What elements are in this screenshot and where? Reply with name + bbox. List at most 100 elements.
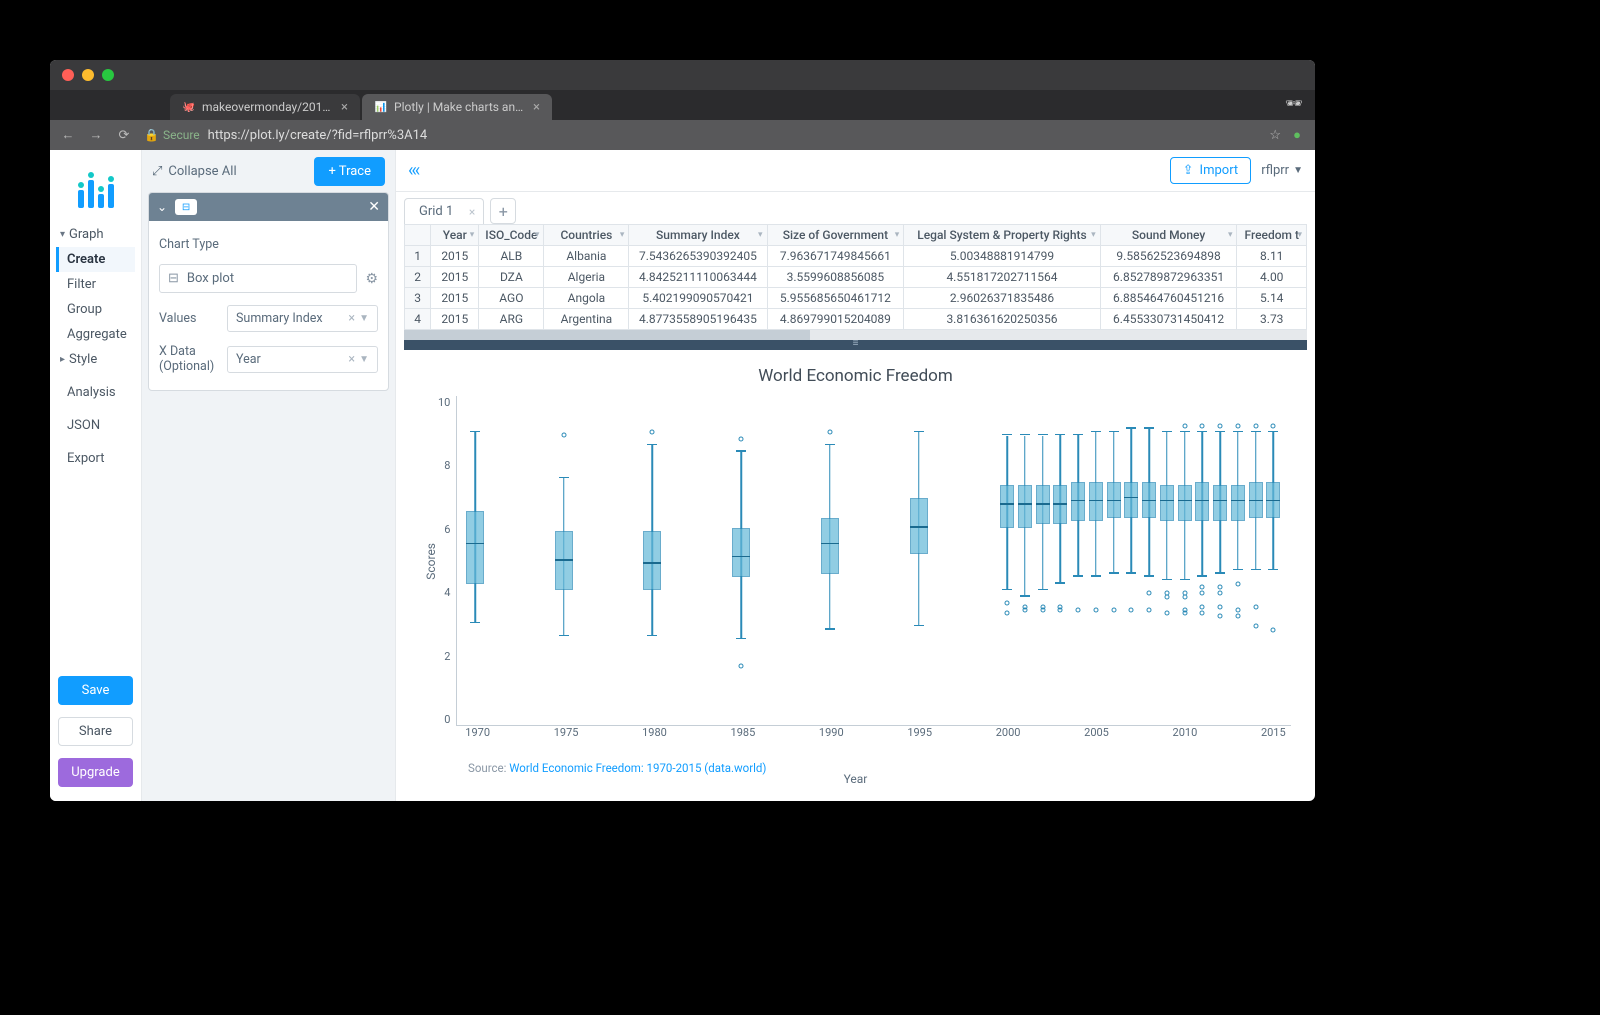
values-dropdown[interactable]: Summary Index × ▼: [227, 305, 378, 332]
sort-icon[interactable]: ▾: [1228, 230, 1233, 240]
outlier-point[interactable]: [1271, 423, 1276, 428]
outlier-point[interactable]: [650, 430, 655, 435]
zoom-window-icon[interactable]: [102, 69, 114, 81]
add-tab-button[interactable]: +: [490, 198, 516, 224]
outlier-point[interactable]: [1111, 607, 1116, 612]
clear-icon[interactable]: ×: [344, 311, 359, 326]
browser-tab[interactable]: 🐙makeovermonday/2018w9-wo×: [170, 94, 360, 120]
outlier-point[interactable]: [1235, 423, 1240, 428]
box-plot-year[interactable]: [1249, 396, 1263, 725]
source-link[interactable]: World Economic Freedom: 1970-2015 (data.…: [509, 761, 766, 775]
chart[interactable]: World Economic Freedom Scores 1086420 19…: [396, 350, 1315, 801]
outlier-point[interactable]: [1253, 423, 1258, 428]
outlier-point[interactable]: [1058, 607, 1063, 612]
column-header[interactable]: Year▾: [431, 225, 479, 246]
column-header[interactable]: Countries▾: [544, 225, 629, 246]
breadcrumb-back-icon[interactable]: ‹‹‹: [408, 160, 418, 181]
outlier-point[interactable]: [739, 436, 744, 441]
nav-item-filter[interactable]: Filter: [56, 272, 135, 297]
close-window-icon[interactable]: [62, 69, 74, 81]
table-row[interactable]: 42015ARGArgentina4.87735589051964354.869…: [405, 309, 1307, 330]
save-button[interactable]: Save: [58, 676, 133, 705]
table-row[interactable]: 12015ALBAlbania7.54362653903924057.96367…: [405, 246, 1307, 267]
column-header[interactable]: Size of Government▾: [767, 225, 904, 246]
box-plot-year[interactable]: [1213, 396, 1227, 725]
column-header[interactable]: Sound Money▾: [1100, 225, 1237, 246]
forward-icon[interactable]: →: [88, 127, 104, 143]
outlier-point[interactable]: [1147, 591, 1152, 596]
outlier-point[interactable]: [1005, 611, 1010, 616]
box-plot-year[interactable]: [1231, 396, 1245, 725]
outlier-point[interactable]: [561, 433, 566, 438]
sort-icon[interactable]: ▾: [535, 230, 540, 240]
close-icon[interactable]: ×: [469, 205, 475, 219]
sort-icon[interactable]: ▾: [895, 230, 900, 240]
upgrade-button[interactable]: Upgrade: [58, 758, 133, 787]
outlier-point[interactable]: [1200, 611, 1205, 616]
column-header[interactable]: Legal System & Property Rights▾: [904, 225, 1100, 246]
outlier-point[interactable]: [1040, 607, 1045, 612]
outlier-point[interactable]: [1164, 594, 1169, 599]
outlier-point[interactable]: [739, 663, 744, 668]
outlier-point[interactable]: [1218, 614, 1223, 619]
outlier-point[interactable]: [1076, 607, 1081, 612]
add-trace-button[interactable]: + Trace: [314, 157, 385, 186]
bookmark-star-icon[interactable]: ☆: [1269, 128, 1281, 143]
column-header[interactable]: Freedom t▾: [1237, 225, 1307, 246]
box-plot-year[interactable]: [643, 396, 661, 725]
outlier-point[interactable]: [1182, 611, 1187, 616]
outlier-point[interactable]: [1129, 607, 1134, 612]
nav-item-export[interactable]: Export: [56, 446, 135, 471]
table-row[interactable]: 22015DZAAlgeria4.84252111100634443.55996…: [405, 267, 1307, 288]
box-plot-year[interactable]: [1107, 396, 1121, 725]
box-plot-year[interactable]: [1036, 396, 1050, 725]
sort-icon[interactable]: ▾: [1297, 230, 1302, 240]
gear-icon[interactable]: ⚙: [365, 271, 378, 287]
user-menu[interactable]: rflprr ▼: [1261, 163, 1303, 178]
nav-section-graph[interactable]: ▾Graph: [56, 222, 135, 247]
box-plot-year[interactable]: [1053, 396, 1067, 725]
outlier-point[interactable]: [1235, 581, 1240, 586]
box-plot-year[interactable]: [1124, 396, 1138, 725]
column-header[interactable]: ISO_Code▾: [479, 225, 544, 246]
outlier-point[interactable]: [1182, 594, 1187, 599]
box-plot-year[interactable]: [1195, 396, 1209, 725]
box-plot-year[interactable]: [1266, 396, 1280, 725]
box-plot-year[interactable]: [732, 396, 750, 725]
box-plot-year[interactable]: [1089, 396, 1103, 725]
outlier-point[interactable]: [1182, 423, 1187, 428]
nav-item-json[interactable]: JSON: [56, 413, 135, 438]
nav-item-group[interactable]: Group: [56, 297, 135, 322]
share-button[interactable]: Share: [58, 717, 133, 746]
close-icon[interactable]: ×: [533, 100, 540, 115]
xdata-dropdown[interactable]: Year × ▼: [227, 346, 378, 373]
extension-icon[interactable]: ●: [1289, 127, 1305, 143]
tab-grid[interactable]: Grid 1 ×: [404, 198, 484, 224]
outlier-point[interactable]: [1218, 584, 1223, 589]
outlier-point[interactable]: [1005, 601, 1010, 606]
sort-icon[interactable]: ▾: [470, 230, 475, 240]
reload-icon[interactable]: ⟳: [116, 127, 132, 143]
browser-tab[interactable]: 📊Plotly | Make charts and dashb×: [362, 94, 552, 120]
outlier-point[interactable]: [1253, 604, 1258, 609]
box-plot-year[interactable]: [466, 396, 484, 725]
splitter-handle[interactable]: [404, 340, 1307, 350]
box-plot-year[interactable]: [910, 396, 928, 725]
box-plot-year[interactable]: [1071, 396, 1085, 725]
outlier-point[interactable]: [1164, 611, 1169, 616]
sort-icon[interactable]: ▾: [620, 230, 625, 240]
nav-item-create[interactable]: Create: [56, 247, 135, 272]
sort-icon[interactable]: ▾: [758, 230, 763, 240]
outlier-point[interactable]: [1253, 624, 1258, 629]
table-row[interactable]: 32015AGOAngola5.4021990905704215.9556856…: [405, 288, 1307, 309]
outlier-point[interactable]: [1147, 607, 1152, 612]
column-header[interactable]: Summary Index▾: [629, 225, 767, 246]
box-plot-year[interactable]: [821, 396, 839, 725]
url-input[interactable]: 🔒Secure https://plot.ly/create/?fid=rflp…: [144, 127, 1305, 143]
box-plot-year[interactable]: [1178, 396, 1192, 725]
outlier-point[interactable]: [1200, 604, 1205, 609]
outlier-point[interactable]: [1200, 423, 1205, 428]
outlier-point[interactable]: [1093, 607, 1098, 612]
box-plot-year[interactable]: [1160, 396, 1174, 725]
minimize-window-icon[interactable]: [82, 69, 94, 81]
